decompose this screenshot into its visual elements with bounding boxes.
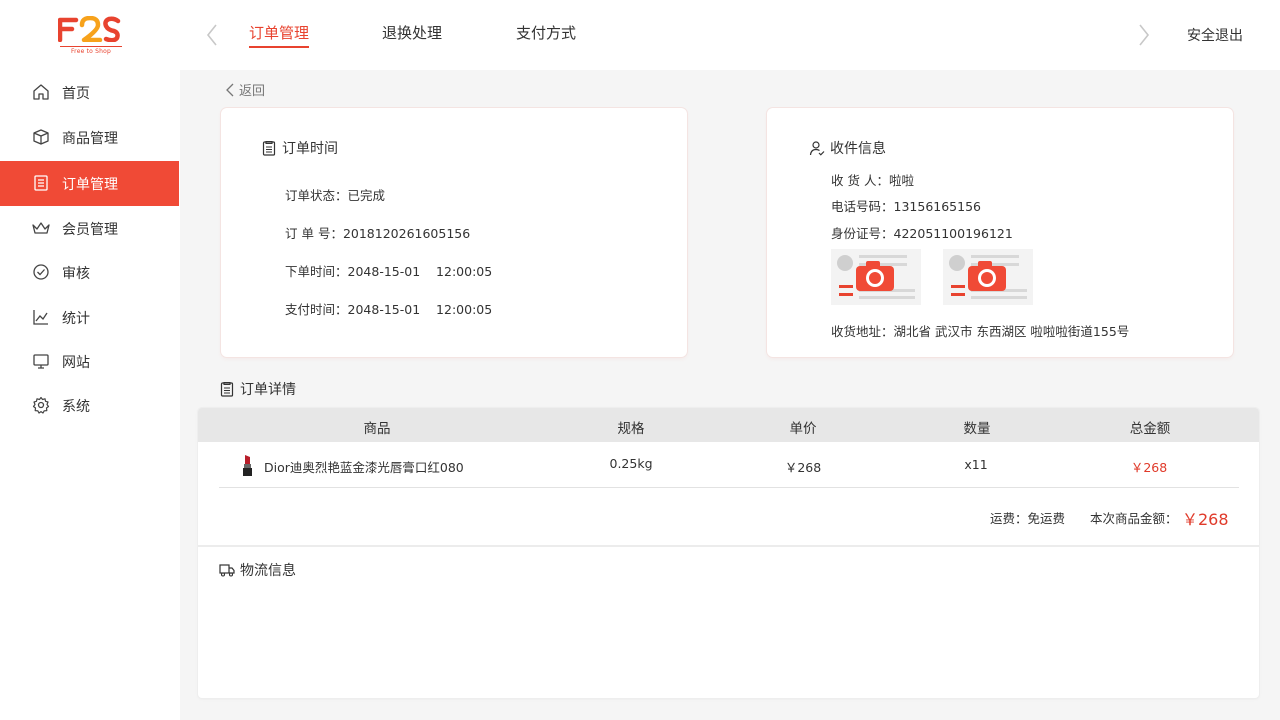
- sidebar-item-label: 审核: [62, 266, 90, 282]
- table-header: 商品 规格 单价 数量 总金额: [198, 408, 1259, 442]
- sidebar-item-statistics[interactable]: 统计: [0, 295, 179, 340]
- receiver-card: 收件信息 收 货 人：啦啦 电话号码：13156165156 身份证号：4220…: [767, 108, 1233, 357]
- column-header-product: 商品: [363, 421, 391, 437]
- receiver-phone-row: 电话号码：13156165156: [831, 196, 981, 215]
- amount-label: 本次商品金额：: [1090, 511, 1178, 526]
- receiver-id-key: 身份证号：: [831, 226, 894, 241]
- clipboard-icon: [262, 140, 276, 156]
- sidebar-item-review[interactable]: 审核: [0, 250, 179, 295]
- receiver-id-row: 身份证号：422051100196121: [831, 223, 1013, 242]
- column-header-quantity: 数量: [963, 421, 991, 437]
- sidebar-item-home[interactable]: 首页: [0, 70, 179, 115]
- logistics-title-text: 物流信息: [240, 563, 296, 579]
- sidebar-item-label: 网站: [62, 355, 90, 371]
- pay-time-row: 支付时间：2048-15-01 12:00:05: [285, 299, 492, 318]
- order-time-card: 订单时间 订单状态：已完成 订 单 号：2018120261605156 下单时…: [221, 108, 687, 357]
- chevron-left-icon: [226, 83, 234, 97]
- shipping-fee: 运费：免运费: [990, 511, 1066, 526]
- order-number-key: 订 单 号：: [285, 226, 343, 241]
- table-row[interactable]: Dior迪奥烈艳蓝金漆光唇膏口红080 0.25kg ￥268 x11 ￥268: [219, 442, 1239, 488]
- order-status-value: 已完成: [347, 188, 386, 203]
- receiver-title-text: 收件信息: [830, 141, 886, 157]
- logo[interactable]: Free to Shop: [58, 16, 124, 58]
- box-icon: [33, 129, 49, 145]
- order-time-title-text: 订单时间: [282, 141, 338, 157]
- clipboard-icon: [220, 381, 234, 397]
- sidebar: 首页 商品管理 订单管理 会员管理 审核 统计 网站 系统: [0, 70, 180, 720]
- logistics-title: 物流信息: [219, 560, 296, 580]
- sidebar-item-label: 首页: [62, 86, 90, 102]
- tab-returns[interactable]: 退换处理: [382, 22, 442, 46]
- sidebar-item-label: 商品管理: [62, 131, 118, 147]
- id-card-back-photo[interactable]: [943, 249, 1033, 305]
- camera-icon: [968, 261, 1006, 291]
- crown-icon: [32, 222, 50, 234]
- document-icon: [34, 175, 48, 191]
- product-thumbnail: [243, 455, 252, 476]
- logo-tagline: Free to Shop: [60, 46, 122, 55]
- id-card-front-photo[interactable]: [831, 249, 921, 305]
- top-bar: Free to Shop 订单管理 退换处理 支付方式 安全退出: [0, 0, 1280, 70]
- order-details-title: 订单详情: [219, 379, 296, 399]
- receiver-name-row: 收 货 人：啦啦: [831, 170, 914, 189]
- order-time-row: 下单时间：2048-15-01 12:00:05: [285, 261, 492, 280]
- receiver-id-value: 422051100196121: [893, 226, 1013, 241]
- order-details-panel: 商品 规格 单价 数量 总金额 Dior迪奥烈艳蓝金漆光唇膏口红080 0.25…: [198, 408, 1259, 698]
- receiver-phone-key: 电话号码：: [831, 199, 894, 214]
- receiver-address-value: 湖北省 武汉市 东西湖区 啦啦啦街道155号: [893, 324, 1130, 339]
- camera-icon: [856, 261, 894, 291]
- pay-time-value: 2048-15-01 12:00:05: [347, 302, 493, 317]
- sidebar-item-products[interactable]: 商品管理: [0, 115, 179, 160]
- sidebar-item-members[interactable]: 会员管理: [0, 206, 179, 251]
- order-time-title: 订单时间: [261, 138, 338, 158]
- section-divider: [198, 545, 1259, 547]
- receiver-title: 收件信息: [809, 138, 886, 158]
- user-check-icon: [809, 141, 825, 156]
- sidebar-item-website[interactable]: 网站: [0, 339, 179, 384]
- order-time-key: 下单时间：: [285, 264, 348, 279]
- pay-time-key: 支付时间：: [285, 302, 348, 317]
- sidebar-item-label: 会员管理: [62, 222, 118, 238]
- receiver-name-key: 收 货 人：: [831, 173, 889, 188]
- column-header-spec: 规格: [617, 421, 645, 437]
- sidebar-item-label: 系统: [62, 399, 90, 415]
- product-quantity: x11: [964, 457, 988, 472]
- tab-payment-methods[interactable]: 支付方式: [516, 22, 576, 46]
- order-status-key: 订单状态：: [285, 188, 348, 203]
- column-header-total: 总金额: [1129, 421, 1171, 437]
- receiver-name-value: 啦啦: [888, 173, 914, 188]
- order-details-title-text: 订单详情: [240, 382, 296, 398]
- product-spec: 0.25kg: [609, 456, 653, 471]
- home-icon: [33, 84, 49, 100]
- monitor-icon: [33, 354, 49, 369]
- amount-value: ￥268: [1182, 510, 1229, 529]
- line-chart-icon: [33, 310, 48, 325]
- back-label: 返回: [239, 84, 266, 99]
- sidebar-item-orders[interactable]: 订单管理: [0, 161, 179, 206]
- order-number-row: 订 单 号：2018120261605156: [285, 223, 470, 242]
- sidebar-item-system[interactable]: 系统: [0, 383, 179, 428]
- receiver-phone-value: 13156165156: [893, 199, 981, 214]
- logout-button[interactable]: 安全退出: [1187, 25, 1243, 45]
- tab-order-management[interactable]: 订单管理: [249, 22, 310, 48]
- column-header-unit-price: 单价: [789, 421, 817, 437]
- logo-mark: [58, 16, 121, 42]
- order-time-value: 2048-15-01 12:00:05: [347, 264, 493, 279]
- back-link[interactable]: 返回: [225, 80, 265, 99]
- order-number-value: 2018120261605156: [342, 226, 471, 241]
- receiver-address-row: 收货地址：湖北省 武汉市 东西湖区 啦啦啦街道155号: [831, 321, 1129, 340]
- order-status-row: 订单状态：已完成: [285, 185, 385, 204]
- chevron-left-icon[interactable]: [203, 22, 221, 48]
- chevron-right-icon[interactable]: [1135, 22, 1153, 48]
- product-unit-price: ￥268: [784, 460, 822, 475]
- gear-icon: [32, 396, 50, 414]
- sidebar-item-label: 统计: [62, 311, 90, 327]
- product-total: ￥268: [1130, 460, 1168, 475]
- product-name[interactable]: Dior迪奥烈艳蓝金漆光唇膏口红080: [264, 457, 464, 476]
- receiver-address-key: 收货地址：: [831, 324, 894, 339]
- sidebar-item-label: 订单管理: [62, 177, 118, 193]
- check-circle-icon: [33, 264, 49, 280]
- truck-icon: [219, 564, 235, 577]
